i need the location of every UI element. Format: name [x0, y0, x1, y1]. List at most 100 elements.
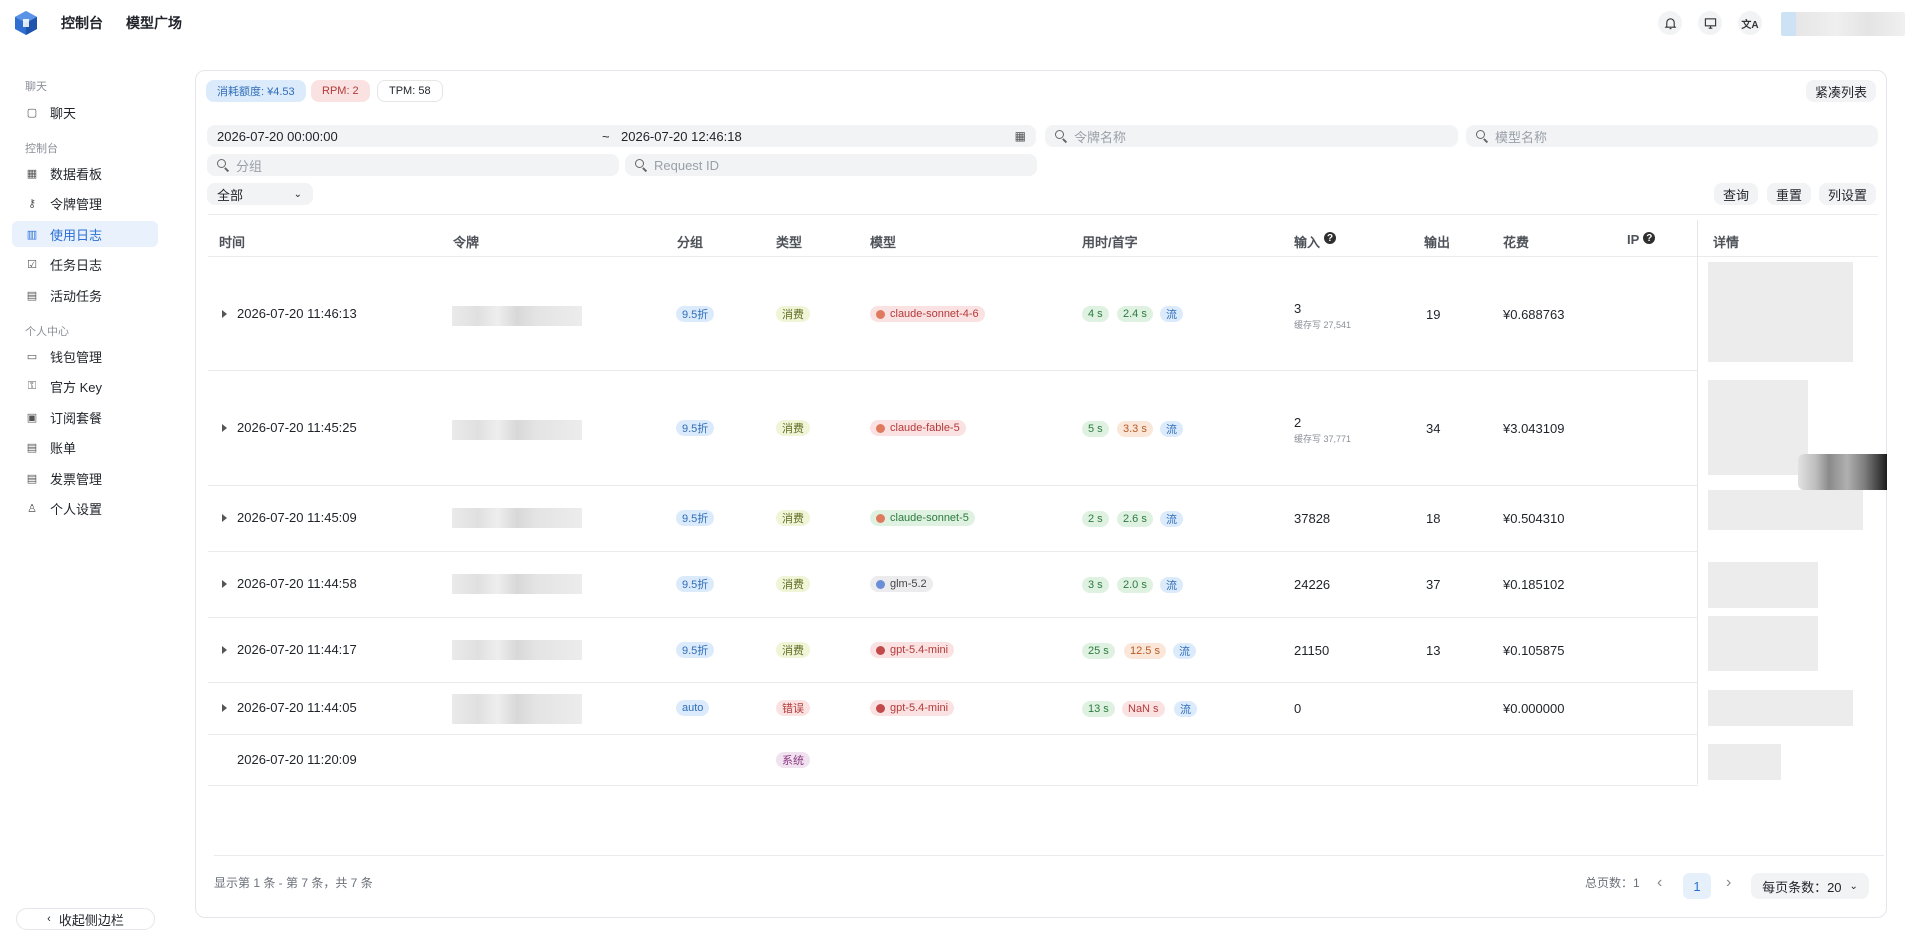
col-token: 令牌: [453, 235, 480, 250]
sidebar-item-task-logs[interactable]: ☑ 任务日志: [12, 251, 158, 277]
cost-value: ¥0.105875: [1503, 643, 1565, 658]
invoice-icon: ▤: [26, 472, 38, 485]
sidebar-item-tokens[interactable]: ⚷ 令牌管理: [12, 190, 158, 216]
chevron-left-icon[interactable]: ‹: [1657, 874, 1662, 892]
request-id-input[interactable]: Request ID: [625, 154, 1037, 176]
collapse-sidebar-button[interactable]: ‹ 收起侧边栏: [16, 908, 155, 930]
sidebar-item-wallet[interactable]: ▭ 钱包管理: [12, 343, 158, 369]
range-separator: ~: [602, 128, 610, 144]
glm-icon: [876, 579, 885, 589]
cost-value: ¥0.504310: [1503, 511, 1565, 526]
help-icon[interactable]: ?: [1324, 232, 1337, 244]
search-icon: [1055, 130, 1067, 142]
detail-column-divider: [1697, 220, 1698, 784]
app-logo[interactable]: [14, 10, 38, 36]
detail-blurred: [1708, 490, 1863, 530]
sidebar-item-dashboard[interactable]: ▦ 数据看板: [12, 160, 158, 186]
user-avatar-blurred[interactable]: [1781, 12, 1905, 36]
page-number[interactable]: 1: [1683, 873, 1711, 899]
table-row[interactable]: 2026-07-20 11:20:09: [237, 752, 357, 767]
type-tag: 消费: [776, 576, 810, 592]
translate-icon[interactable]: 文A: [1738, 11, 1762, 35]
column-settings-button[interactable]: 列设置: [1819, 183, 1877, 205]
expand-icon[interactable]: [222, 423, 227, 432]
checklist-icon: ☑: [27, 258, 37, 271]
sidebar-item-settings[interactable]: ♙ 个人设置: [12, 495, 158, 521]
token-blurred: [452, 420, 582, 440]
detail-blurred: [1708, 690, 1853, 726]
calendar-icon[interactable]: ▦: [1015, 129, 1026, 143]
table-row[interactable]: 2026-07-20 11:44:05: [222, 700, 357, 715]
output-value: 18: [1426, 511, 1441, 526]
table-row[interactable]: 2026-07-20 11:44:58: [222, 576, 357, 591]
claude-icon: [876, 309, 885, 319]
expand-icon[interactable]: [222, 513, 227, 522]
table-row[interactable]: 2026-07-20 11:45:25: [222, 420, 357, 435]
table-row[interactable]: 2026-07-20 11:46:13: [222, 306, 357, 321]
type-tag: 系统: [776, 752, 810, 768]
reset-button[interactable]: 重置: [1767, 183, 1812, 205]
stream-tag: 流: [1160, 306, 1183, 322]
search-icon: [635, 159, 647, 171]
bell-icon[interactable]: [1658, 11, 1682, 35]
expand-icon[interactable]: [222, 703, 227, 712]
divider: [208, 256, 1878, 257]
table-row[interactable]: 2026-07-20 11:44:17: [222, 642, 357, 657]
sidebar-item-active-tasks[interactable]: ▤ 活动任务: [12, 282, 158, 308]
stream-tag: 流: [1173, 643, 1196, 659]
expand-icon[interactable]: [222, 579, 227, 588]
row-divider: [208, 551, 1698, 552]
group-tag: 9.5折: [676, 510, 715, 526]
key-alt-icon: ⚿: [27, 379, 37, 392]
cost-value: ¥0.000000: [1503, 701, 1565, 716]
sidebar-item-subscription[interactable]: ▣ 订阅套餐: [12, 404, 158, 430]
group-input[interactable]: 分组: [207, 154, 619, 176]
quota-chip: 消耗额度: ¥4.53: [206, 80, 306, 102]
input-value: 0: [1294, 701, 1302, 716]
model-tag[interactable]: claude-fable-5: [870, 420, 966, 436]
floating-action-button[interactable]: [1798, 454, 1887, 490]
nav-console[interactable]: 控制台: [61, 0, 103, 46]
sidebar-item-usage-logs[interactable]: ▥ 使用日志: [12, 221, 158, 247]
first-token-tag: NaN s: [1122, 701, 1165, 717]
sidebar-item-bills[interactable]: ▤ 账单: [12, 434, 158, 460]
model-tag[interactable]: glm-5.2: [870, 576, 933, 592]
model-tag[interactable]: claude-sonnet-4-6: [870, 306, 985, 322]
input-value: 3: [1294, 301, 1302, 316]
output-value: 37: [1426, 577, 1441, 592]
type-select[interactable]: 全部 ⌄: [207, 183, 313, 205]
row-divider: [208, 485, 1698, 486]
sidebar-item-chat[interactable]: ▢ 聊天: [12, 99, 158, 125]
cache-write: 缓存写 27,541: [1294, 320, 1352, 330]
rpm-chip: RPM: 2: [311, 80, 370, 102]
token-name-input[interactable]: 令牌名称: [1045, 125, 1458, 147]
monitor-icon[interactable]: [1698, 11, 1722, 35]
model-tag[interactable]: gpt-5.4-mini: [870, 700, 955, 716]
model-tag[interactable]: gpt-5.4-mini: [870, 642, 955, 658]
expand-icon[interactable]: [222, 645, 227, 654]
openai-icon: [876, 645, 885, 655]
expand-icon[interactable]: [222, 309, 227, 318]
cost-value: ¥3.043109: [1503, 421, 1565, 436]
row-divider: [208, 734, 1698, 735]
detail-blurred: [1708, 616, 1818, 671]
page-size-select[interactable]: 每页条数：20 ⌄: [1751, 873, 1869, 899]
chevron-right-icon[interactable]: ›: [1726, 874, 1731, 892]
key-icon: ⚷: [27, 197, 37, 210]
model-tag[interactable]: claude-sonnet-5: [870, 510, 975, 526]
table-row[interactable]: 2026-07-20 11:45:09: [222, 510, 357, 525]
col-output: 输出: [1424, 235, 1451, 250]
detail-blurred: [1708, 562, 1818, 608]
input-value: 24226: [1294, 577, 1331, 592]
calendar-icon: ▣: [26, 411, 38, 424]
nav-model-plaza[interactable]: 模型广场: [126, 0, 182, 46]
sidebar-item-invoices[interactable]: ▤ 发票管理: [12, 465, 158, 491]
model-name-input[interactable]: 模型名称: [1466, 125, 1878, 147]
main-panel: [195, 70, 1887, 918]
compact-list-button[interactable]: 紧凑列表: [1806, 80, 1877, 102]
query-button[interactable]: 查询: [1714, 183, 1759, 205]
sidebar-item-official-key[interactable]: ⚿ 官方 Key: [12, 373, 158, 399]
date-range-input[interactable]: 2026-07-20 00:00:00 ~ 2026-07-20 12:46:1…: [207, 125, 1036, 147]
detail-blurred: [1708, 262, 1853, 362]
chevron-left-icon: ‹: [47, 913, 51, 925]
